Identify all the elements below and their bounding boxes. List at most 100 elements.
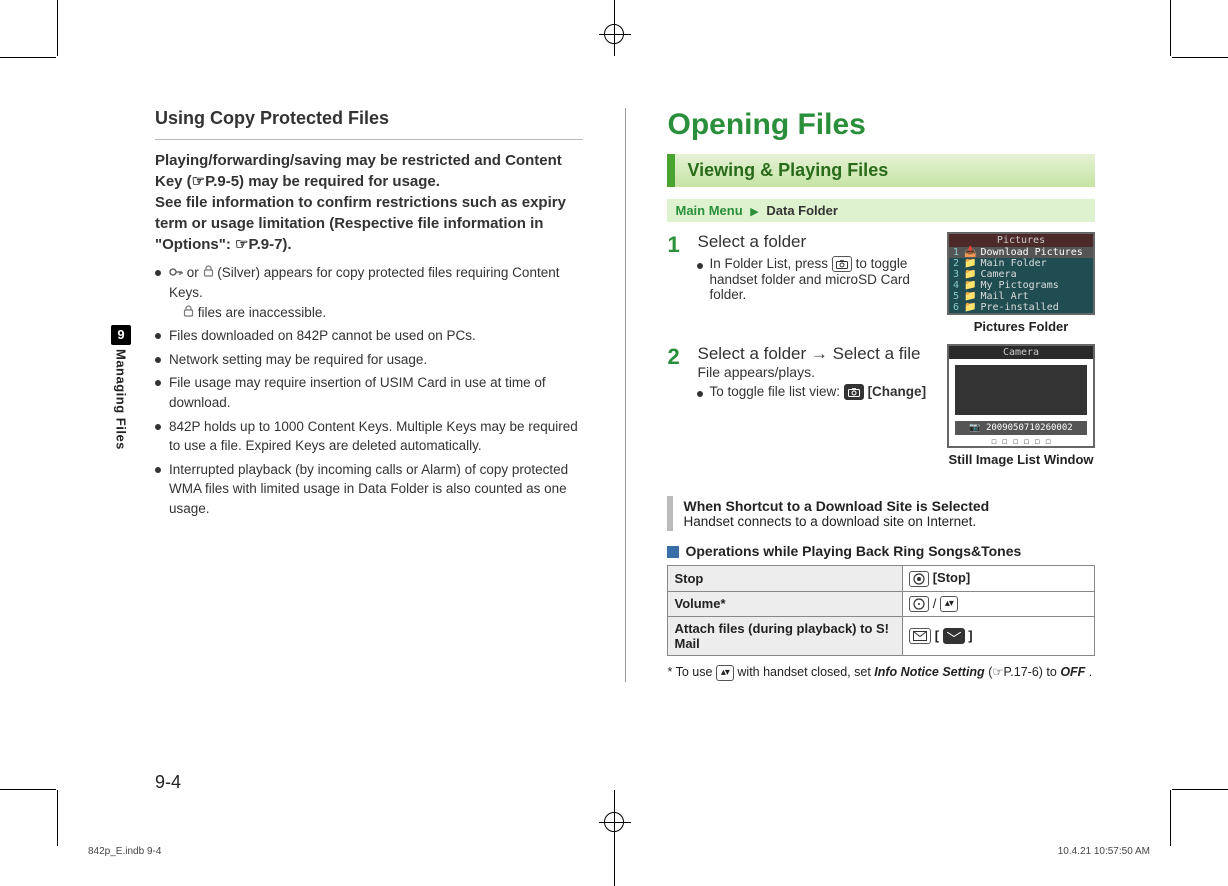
screenshot-icons: ◻ ◻ ◻ ◻ ◻ ◻ bbox=[949, 435, 1093, 449]
lock-icon bbox=[183, 305, 194, 322]
table-row: Volume* / ▴▾ bbox=[668, 591, 1095, 617]
text: [ ] bbox=[935, 628, 973, 643]
breadcrumb: Main Menu ▶ Data Folder bbox=[667, 199, 1095, 222]
screenshot-still-image-list: Camera 📷 2009050710260002 ◻ ◻ ◻ ◻ ◻ ◻ St… bbox=[947, 344, 1095, 468]
right-column: Opening Files Viewing & Playing Files Ma… bbox=[667, 108, 1095, 682]
list-item: Main Folder bbox=[980, 258, 1046, 269]
bullet-list: or (Silver) appears for copy protected f… bbox=[155, 263, 583, 518]
screenshot-pictures-folder: Pictures 1📥Download Pictures 2📁Main Fold… bbox=[947, 232, 1095, 335]
divider bbox=[155, 139, 583, 140]
step-number: 2 bbox=[667, 344, 687, 402]
step-text: Select a folder bbox=[697, 232, 937, 252]
list-item: File usage may require insertion of USIM… bbox=[155, 373, 583, 412]
text: To toggle file list view: bbox=[709, 384, 843, 399]
text: / bbox=[933, 596, 937, 611]
camera-key-icon bbox=[832, 256, 852, 272]
footnote: * To use ▴▾ with handset closed, set Inf… bbox=[667, 664, 1095, 682]
table-row: Stop [Stop] bbox=[668, 566, 1095, 592]
step-1: 1 Select a folder In Folder List, press … bbox=[667, 232, 937, 304]
step-2: 2 Select a folder → Select a file File a… bbox=[667, 344, 937, 402]
arrow-right-icon: → bbox=[811, 344, 828, 363]
list-item: Pre-installed bbox=[980, 302, 1058, 313]
subheading-operations: Operations while Playing Back Ring Songs… bbox=[667, 543, 1095, 559]
list-item: or (Silver) appears for copy protected f… bbox=[155, 263, 583, 322]
text: [Stop] bbox=[933, 570, 971, 585]
chapter-number: 9 bbox=[111, 325, 131, 345]
note-body: Handset connects to a download site on I… bbox=[683, 514, 1095, 529]
text: (☞P.17-6) to bbox=[988, 665, 1060, 679]
cell-label: Stop bbox=[668, 566, 903, 592]
phone-screenshot: Pictures 1📥Download Pictures 2📁Main Fold… bbox=[947, 232, 1095, 315]
left-column: Using Copy Protected Files Playing/forwa… bbox=[155, 108, 583, 682]
text: In Folder List, press bbox=[709, 256, 831, 271]
operations-table: Stop [Stop] Volume* / bbox=[667, 565, 1095, 656]
list-item: Download Pictures bbox=[980, 247, 1082, 258]
text: with handset closed, set bbox=[737, 665, 874, 679]
chapter-name: Managing Files bbox=[114, 349, 129, 450]
volume-keys-icon: ▴▾ bbox=[716, 665, 734, 681]
note-title: When Shortcut to a Download Site is Sele… bbox=[683, 498, 1095, 514]
table-row: Attach files (during playback) to S! Mai… bbox=[668, 617, 1095, 656]
crop-mark bbox=[1170, 0, 1171, 56]
crop-mark bbox=[1172, 789, 1228, 790]
mail-icon bbox=[943, 628, 965, 644]
list-item: 842P holds up to 1000 Content Keys. Mult… bbox=[155, 417, 583, 456]
text: Select a file bbox=[833, 344, 921, 363]
cell-value: [ ] bbox=[903, 617, 1095, 656]
mail-key-icon bbox=[909, 628, 931, 644]
text: [Change] bbox=[868, 384, 927, 399]
footer-filename: 842p_E.indb 9-4 bbox=[88, 846, 161, 857]
list-item: Interrupted playback (by incoming calls … bbox=[155, 460, 583, 519]
breadcrumb-item: Data Folder bbox=[766, 203, 838, 218]
cell-value: [Stop] bbox=[903, 566, 1095, 592]
screenshot-title: Camera bbox=[949, 346, 1093, 359]
step-number: 1 bbox=[667, 232, 687, 304]
screenshot-filename: 📷 2009050710260002 bbox=[955, 421, 1087, 435]
cell-label: Volume* bbox=[668, 591, 903, 617]
key-icon bbox=[169, 264, 183, 284]
crop-mark bbox=[0, 789, 56, 790]
column-divider bbox=[625, 108, 626, 682]
thumbnail bbox=[955, 365, 1087, 415]
text: files are inaccessible. bbox=[198, 305, 326, 320]
cell-value: / ▴▾ bbox=[903, 591, 1095, 617]
step-sub: In Folder List, press to toggle handset … bbox=[709, 256, 937, 302]
registration-mark bbox=[604, 812, 624, 832]
crop-mark bbox=[57, 790, 58, 846]
center-key-icon bbox=[909, 571, 929, 587]
camera-key-icon bbox=[844, 384, 864, 400]
screenshot-title: Pictures bbox=[949, 234, 1093, 247]
page-number: 9-4 bbox=[155, 772, 181, 793]
section-heading: Viewing & Playing Files bbox=[667, 154, 1095, 187]
setting-value: OFF bbox=[1060, 665, 1085, 679]
crop-mark bbox=[0, 57, 56, 58]
cell-label: Attach files (during playback) to S! Mai… bbox=[668, 617, 903, 656]
chapter-tab: 9 Managing Files bbox=[104, 325, 138, 450]
text: * To use bbox=[667, 665, 715, 679]
lead-paragraph: Playing/forwarding/saving may be restric… bbox=[155, 150, 583, 255]
list-item: Mail Art bbox=[980, 291, 1028, 302]
sub-line: files are inaccessible. bbox=[169, 303, 583, 323]
step-line: File appears/plays. bbox=[697, 364, 937, 380]
volume-keys-icon: ▴▾ bbox=[940, 596, 958, 612]
breadcrumb-root: Main Menu bbox=[675, 203, 742, 218]
screenshot-caption: Pictures Folder bbox=[947, 319, 1095, 335]
heading-opening: Opening Files bbox=[667, 108, 1095, 142]
footer-timestamp: 10.4.21 10:57:50 AM bbox=[1058, 846, 1150, 857]
list-item: Camera bbox=[980, 269, 1016, 280]
screenshot-caption: Still Image List Window bbox=[947, 452, 1095, 468]
heading-using: Using Copy Protected Files bbox=[155, 108, 583, 129]
phone-screenshot: Camera 📷 2009050710260002 ◻ ◻ ◻ ◻ ◻ ◻ bbox=[947, 344, 1095, 448]
crop-mark bbox=[1172, 57, 1228, 58]
nav-key-icon bbox=[909, 596, 929, 612]
step-text: Select a folder → Select a file bbox=[697, 344, 937, 364]
list-item: Files downloaded on 842P cannot be used … bbox=[155, 326, 583, 346]
text: . bbox=[1089, 665, 1092, 679]
step-sub: To toggle file list view: [Change] bbox=[709, 384, 937, 400]
registration-mark bbox=[604, 24, 624, 44]
lock-icon bbox=[203, 265, 214, 282]
text: or bbox=[187, 265, 203, 280]
text: Select a folder bbox=[697, 344, 810, 363]
chevron-right-icon: ▶ bbox=[750, 206, 758, 218]
setting-name: Info Notice Setting bbox=[874, 665, 984, 679]
